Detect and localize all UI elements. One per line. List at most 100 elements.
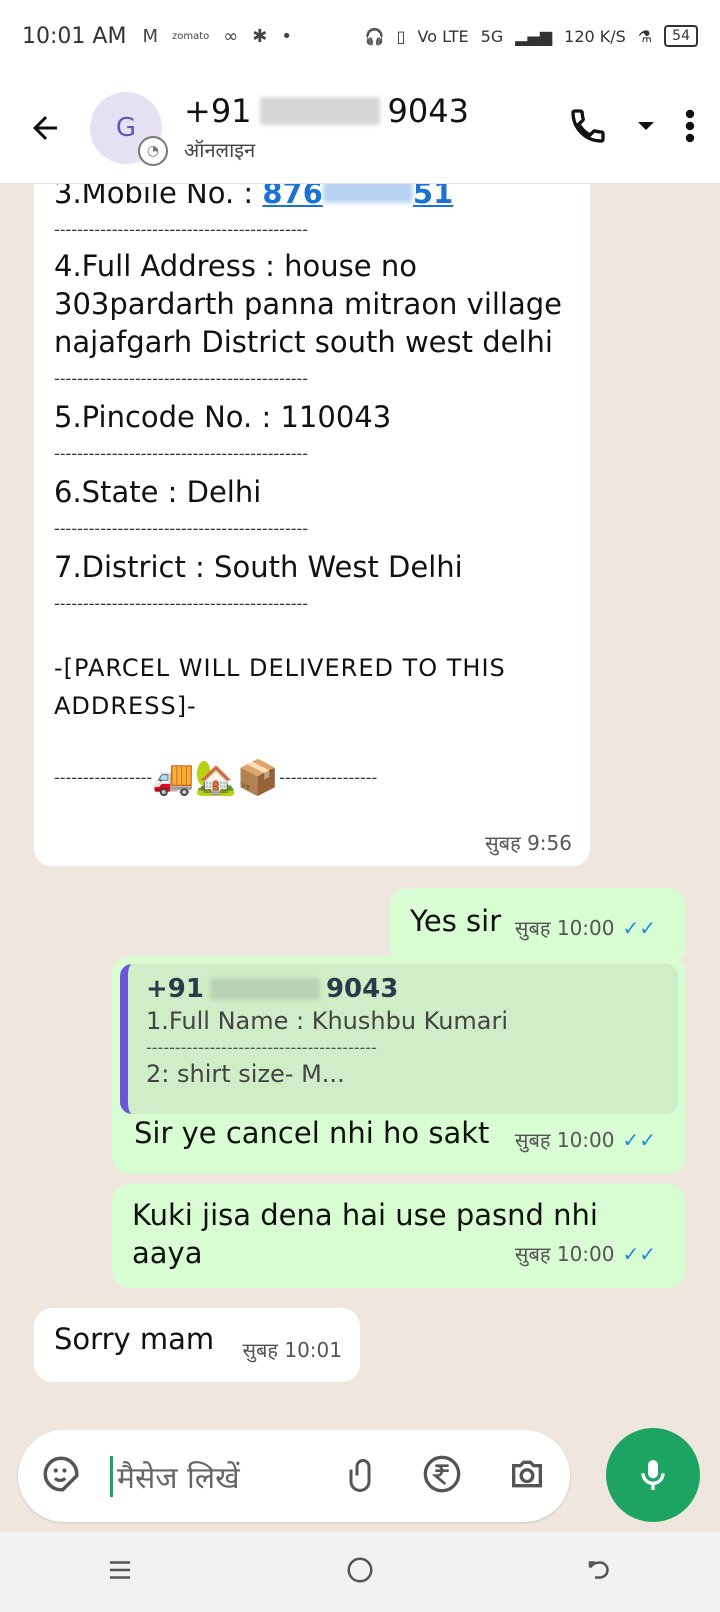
rupee-icon bbox=[423, 1455, 461, 1493]
redacted-block bbox=[259, 97, 380, 125]
status-bar: 10:01 AM M zomato ∞ ✱ • 🎧 ▯ Vo LTE 5G ▂▄… bbox=[0, 0, 720, 72]
signal-icon: ▂▄▆ bbox=[515, 26, 553, 46]
mobile-label: 3.Mobile No. : bbox=[54, 184, 263, 210]
notification-icons: M zomato ∞ ✱ • bbox=[142, 26, 292, 47]
header-actions bbox=[568, 106, 720, 150]
timer-icon: ◔ bbox=[138, 135, 168, 166]
quoted-message[interactable]: +91 9043 1.Full Name : Khushbu Kumari --… bbox=[120, 964, 678, 1114]
attach-button[interactable] bbox=[342, 1454, 378, 1498]
state-line: 6.State : Delhi bbox=[54, 475, 262, 509]
phone-icon bbox=[571, 108, 605, 143]
microphone-icon bbox=[641, 1460, 665, 1490]
contact-info[interactable]: +91 9043 ऑनलाइन bbox=[184, 92, 469, 163]
chat-header: G ◔ +91 9043 ऑनलाइन bbox=[0, 72, 720, 184]
gmail-icon: M bbox=[142, 25, 158, 47]
message-meta: सुबह 10:00 ✓✓ bbox=[515, 1126, 656, 1153]
incoming-message[interactable]: 3.Mobile No. : 876 51 -------------------… bbox=[34, 184, 590, 866]
back-nav-icon bbox=[588, 1561, 609, 1579]
message-input[interactable]: मैसेज लिखें bbox=[110, 1455, 240, 1497]
chat-area[interactable]: 3.Mobile No. : 876 51 -------------------… bbox=[0, 184, 720, 1432]
quoted-line-1: 1.Full Name : Khushbu Kumari bbox=[146, 1007, 509, 1035]
voice-record-button[interactable] bbox=[606, 1428, 700, 1522]
camera-button[interactable] bbox=[506, 1454, 548, 1498]
contact-name: +91 9043 bbox=[184, 92, 469, 130]
message-meta: सुबह 10:00 ✓✓ bbox=[515, 1240, 656, 1267]
divider: ----------------------------------------… bbox=[54, 444, 309, 463]
glasses-icon: ∞ bbox=[223, 25, 239, 47]
battery-icon: 54 bbox=[664, 25, 698, 47]
mobile-suffix: 51 bbox=[412, 184, 454, 210]
more-vertical-icon bbox=[685, 109, 695, 142]
quoted-sender-suffix: 9043 bbox=[325, 974, 399, 1004]
call-button[interactable] bbox=[568, 106, 608, 150]
contact-status: ऑनलाइन bbox=[184, 138, 256, 162]
address-line-1: 4.Full Address : house no bbox=[54, 249, 417, 283]
more-menu-button[interactable] bbox=[684, 108, 696, 148]
outgoing-message[interactable]: Yes sir सुबह 10:00 ✓✓ bbox=[390, 888, 686, 964]
recents-button[interactable] bbox=[105, 1555, 135, 1589]
message-time: सुबह 10:00 bbox=[514, 1128, 615, 1152]
camera-icon bbox=[512, 1460, 542, 1488]
message-time: सुबह 10:01 bbox=[242, 1338, 342, 1362]
sticker-icon bbox=[43, 1456, 79, 1492]
address-line-3: najafgarh District south west delhi bbox=[54, 325, 553, 359]
menu-icon bbox=[110, 1561, 130, 1579]
mobile-prefix: 876 bbox=[262, 184, 323, 210]
avatar-letter: G bbox=[115, 112, 137, 143]
pincode-line: 5.Pincode No. : 110043 bbox=[54, 400, 392, 434]
message-text-line-1: Kuki jisa dena hai use pasnd nhi bbox=[132, 1198, 598, 1232]
speed-label: 120 K/S bbox=[564, 26, 626, 46]
message-text: Sorry mam bbox=[54, 1322, 215, 1356]
mobile-line: 3.Mobile No. : 876 51 bbox=[54, 184, 570, 212]
system-nav-bar bbox=[0, 1532, 720, 1612]
system-icons: 🎧 ▯ Vo LTE 5G ▂▄▆ 120 K/S ⚗ 54 bbox=[365, 25, 698, 47]
chevron-down-icon bbox=[638, 121, 654, 130]
emoji-line: ----------------- 🚚🏡📦 ----------------- bbox=[54, 759, 570, 797]
divider: ----------------------------------------… bbox=[54, 519, 309, 538]
paperclip-icon bbox=[349, 1459, 371, 1492]
status-time: 10:01 AM bbox=[22, 23, 127, 49]
divider: ----------------------------------------… bbox=[54, 369, 309, 388]
read-ticks-icon: ✓✓ bbox=[622, 1127, 656, 1152]
headphones-icon: 🎧 bbox=[364, 26, 385, 46]
zomato-icon: zomato bbox=[171, 30, 210, 42]
outgoing-reply-message[interactable]: +91 9043 1.Full Name : Khushbu Kumari --… bbox=[112, 956, 686, 1174]
emoji-divider-right: ----------------- bbox=[279, 768, 378, 787]
dot-icon: • bbox=[281, 25, 292, 47]
redacted-block bbox=[322, 184, 413, 203]
note-line-2: ADDRESS]- bbox=[54, 692, 197, 720]
flask-icon: ⚗ bbox=[637, 26, 653, 46]
back-nav-button[interactable] bbox=[585, 1555, 615, 1589]
message-text: Sir ye cancel nhi ho sakt bbox=[134, 1116, 490, 1150]
quoted-line-2: 2: shirt size- M... bbox=[146, 1060, 345, 1088]
contact-name-prefix: +91 bbox=[184, 92, 252, 130]
message-time: सुबह 10:00 bbox=[514, 916, 615, 940]
quoted-divider: ---------------------------------------- bbox=[146, 1038, 377, 1057]
message-time: सुबह 10:00 bbox=[514, 1242, 615, 1266]
district-line: 7.District : South West Delhi bbox=[54, 550, 463, 584]
emoji-divider-left: ----------------- bbox=[54, 768, 153, 787]
avatar[interactable]: G ◔ bbox=[90, 91, 168, 166]
address-line-2: 303pardarth panna mitraon village bbox=[54, 287, 563, 321]
divider: ----------------------------------------… bbox=[54, 594, 309, 613]
read-ticks-icon: ✓✓ bbox=[622, 915, 656, 940]
back-button[interactable] bbox=[0, 72, 90, 183]
emojis: 🚚🏡📦 bbox=[152, 758, 280, 798]
payment-button[interactable] bbox=[422, 1454, 462, 1498]
incoming-message[interactable]: Sorry mam सुबह 10:01 bbox=[34, 1308, 360, 1382]
sticker-button[interactable] bbox=[40, 1453, 82, 1499]
message-meta: सुबह 10:00 ✓✓ bbox=[515, 914, 656, 941]
outgoing-message[interactable]: Kuki jisa dena hai use pasnd nhi aaya सु… bbox=[112, 1184, 686, 1288]
back-arrow-icon bbox=[33, 115, 57, 140]
home-button[interactable] bbox=[345, 1555, 375, 1589]
quoted-sender-prefix: +91 bbox=[146, 974, 204, 1004]
contact-name-suffix: 9043 bbox=[387, 92, 469, 130]
mobile-link[interactable]: 876 51 bbox=[262, 184, 453, 210]
read-ticks-icon: ✓✓ bbox=[622, 1241, 656, 1266]
quoted-sender: +91 9043 bbox=[146, 974, 660, 1004]
vibrate-icon: ▯ bbox=[396, 26, 406, 46]
divider: ----------------------------------------… bbox=[54, 220, 309, 239]
call-dropdown-button[interactable] bbox=[636, 116, 656, 140]
composer-actions bbox=[342, 1454, 548, 1498]
redacted-block bbox=[209, 978, 320, 1000]
